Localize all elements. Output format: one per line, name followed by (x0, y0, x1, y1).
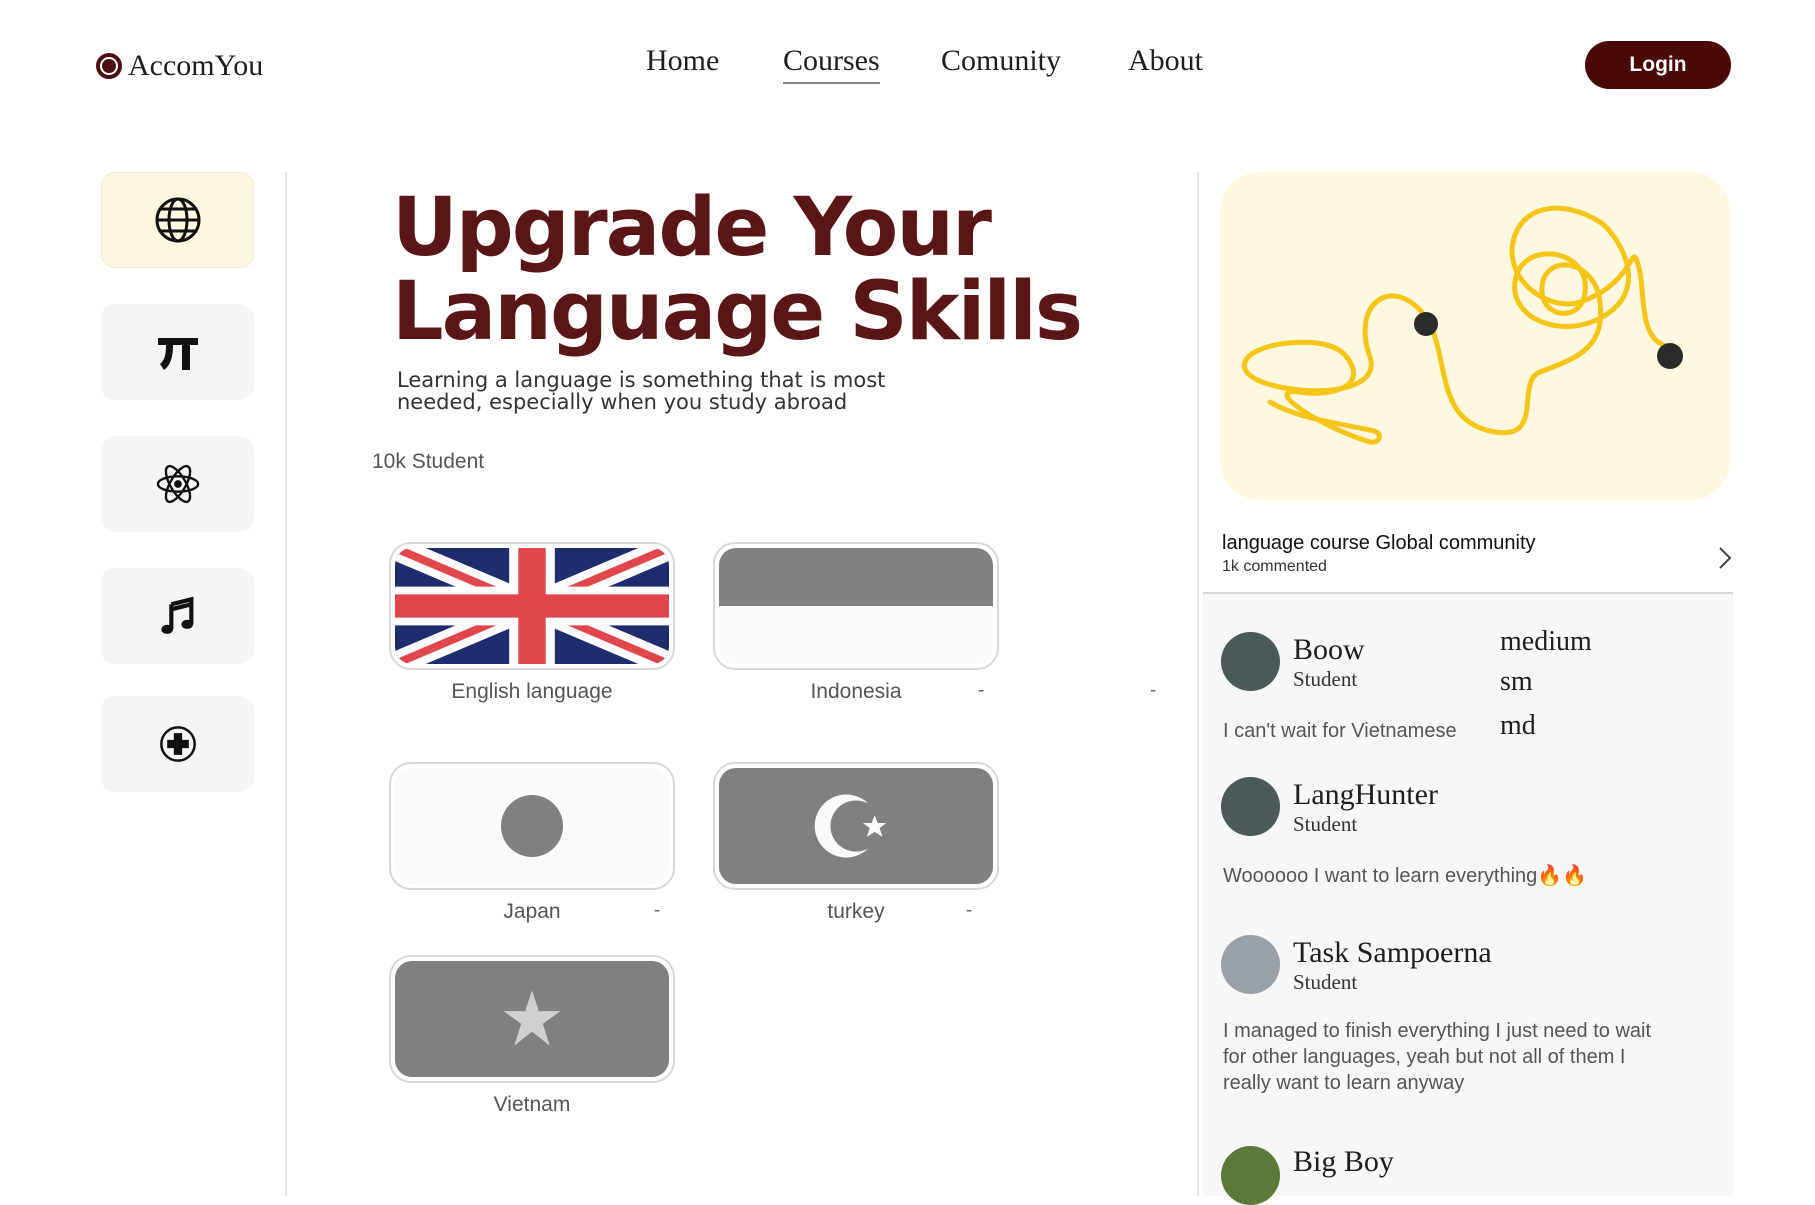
chevron-right-icon[interactable] (1718, 546, 1732, 570)
language-label-vietnam: Vietnam (493, 1093, 571, 1116)
language-label-indonesia: Indonesia (810, 680, 902, 703)
login-button[interactable]: Login (1585, 41, 1731, 89)
language-label-turkey: turkey (827, 900, 885, 923)
comment-text-line: really want to learn anyway (1223, 1072, 1465, 1094)
nav-about[interactable]: About (1128, 44, 1203, 78)
avatar[interactable] (1221, 632, 1280, 691)
title-line-2: Language Skills (392, 265, 1083, 359)
logo-text: AccomYou (128, 49, 264, 82)
rail-item-music[interactable] (101, 568, 254, 664)
student-count: 10k Student (372, 450, 485, 473)
globe-icon (155, 197, 200, 243)
language-card-japan[interactable] (389, 762, 675, 890)
comment-role: Student (1293, 812, 1358, 836)
avatar[interactable] (1221, 777, 1280, 836)
comment-role: Student (1293, 667, 1358, 691)
size-tag-medium: medium (1500, 626, 1592, 657)
comment-text: I managed to finish everything I just ne… (1223, 1018, 1723, 1096)
language-label-japan: Japan (503, 900, 561, 923)
comment-text-line: for other languages, yeah but not all of… (1223, 1046, 1626, 1068)
community-comment-count: 1k commented (1222, 558, 1327, 575)
language-card-vietnam[interactable] (389, 955, 675, 1083)
avatar[interactable] (1221, 935, 1280, 994)
right-divider (1197, 172, 1199, 1196)
comment-author[interactable]: Big Boy (1293, 1146, 1394, 1178)
turkey-dash: - (966, 900, 973, 921)
comment-text: I can't wait for Vietnamese (1223, 720, 1457, 742)
page-title: Upgrade Your Language Skills (392, 186, 1083, 354)
nav-courses[interactable]: Courses (783, 44, 880, 84)
rail-item-science[interactable] (101, 436, 254, 532)
rail-item-languages[interactable] (101, 172, 254, 268)
pi-icon (157, 338, 198, 370)
course-illustration (1220, 172, 1730, 500)
comment-author[interactable]: LangHunter (1293, 779, 1438, 811)
indonesia-dash: - (978, 680, 985, 701)
comment-text-line: I managed to finish everything I just ne… (1223, 1020, 1652, 1042)
nav-home[interactable]: Home (646, 44, 719, 78)
subtitle-line-1: Learning a language is something that is… (397, 368, 886, 392)
turkey-flag-icon (719, 768, 993, 884)
language-label-english: English language (451, 680, 613, 703)
japan-dash: - (654, 900, 661, 921)
logo-mark-icon (96, 53, 122, 79)
title-line-1: Upgrade Your (392, 181, 992, 275)
size-tag-sm: sm (1500, 666, 1533, 697)
comment-text: Woooooo I want to learn everything🔥🔥 (1223, 865, 1588, 887)
language-card-turkey[interactable] (713, 762, 999, 890)
music-note-icon (160, 596, 193, 634)
nav-community[interactable]: Comunity (941, 44, 1061, 78)
language-card-indonesia[interactable] (713, 542, 999, 670)
atom-icon (156, 464, 199, 504)
comment-author[interactable]: Boow (1293, 634, 1365, 666)
avatar[interactable] (1221, 1146, 1280, 1205)
rail-item-math[interactable] (101, 304, 254, 400)
japan-flag-icon (395, 768, 669, 884)
comment-role: Student (1293, 970, 1358, 994)
medical-cross-icon (159, 726, 196, 762)
uk-flag-icon (395, 548, 669, 664)
vietnam-flag-icon (395, 961, 669, 1077)
size-tag-md: md (1500, 710, 1536, 741)
indonesia-flag-icon (719, 548, 993, 664)
language-card-english[interactable] (389, 542, 675, 670)
logo[interactable]: AccomYou (96, 46, 263, 86)
rail-item-health[interactable] (101, 696, 254, 792)
left-divider (285, 172, 287, 1196)
squiggle-path-icon (1241, 205, 1683, 445)
comment-author[interactable]: Task Sampoerna (1293, 937, 1492, 969)
comments-panel (1203, 594, 1733, 1196)
community-title: language course Global community (1222, 532, 1536, 554)
stray-dash: - (1150, 680, 1157, 701)
subtitle-line-2: needed, especially when you study abroad (397, 390, 848, 414)
hero-subtitle: Learning a language is something that is… (397, 369, 917, 413)
